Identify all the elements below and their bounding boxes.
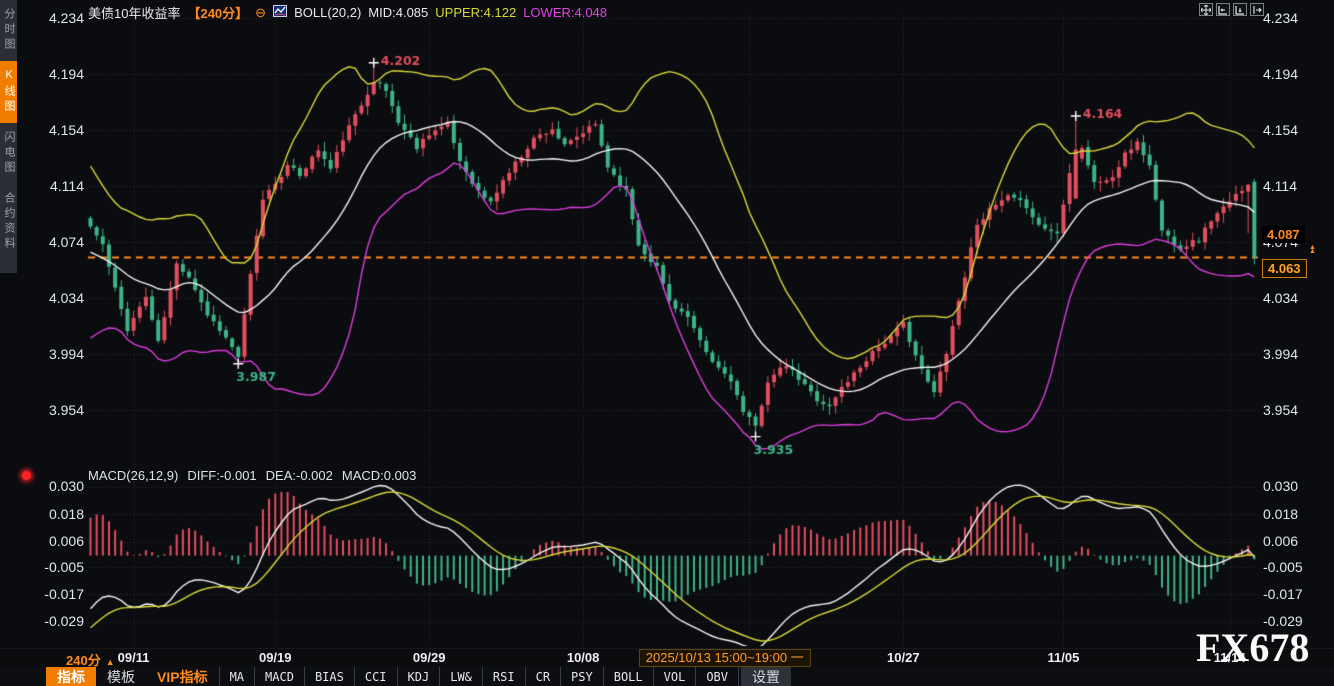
tab-CR[interactable]: CR — [525, 667, 560, 686]
interval-tag: 【240分】 — [187, 3, 248, 22]
macd-macd-value: MACD:0.003 — [342, 468, 416, 483]
boll-indicator-label: BOLL(20,2) — [294, 5, 361, 20]
date-tick-label: 10/27 — [887, 650, 920, 665]
collapse-panel-icon[interactable] — [1250, 3, 1264, 16]
date-tick-label: 10/08 — [567, 650, 600, 665]
main-chart-canvas[interactable] — [0, 0, 1334, 686]
indicator-tabbar: 指标模板VIP指标MAMACDBIASCCIKDJLW&RSICRPSYBOLL… — [0, 667, 1334, 686]
tab-MACD[interactable]: MACD — [254, 667, 304, 686]
pan-icon[interactable] — [1199, 3, 1213, 16]
sidebar-item-timeline[interactable]: 分时图 — [0, 0, 17, 61]
macd-tick-label: -0.005 — [14, 559, 84, 576]
price-tick-label: 4.074 — [14, 234, 84, 251]
sidebar-item-contract-info[interactable]: 合约资料 — [0, 184, 17, 260]
tab-模板[interactable]: 模板 — [96, 667, 146, 686]
price-tick-label: 4.154 — [14, 122, 84, 139]
price-tick-label: 3.994 — [1263, 346, 1333, 363]
price-tick-label: 4.194 — [14, 66, 84, 83]
chevron-up-icon: ▲ — [106, 657, 115, 667]
macd-tick-label: 0.006 — [1263, 533, 1333, 550]
tab-VIP指标[interactable]: VIP指标 — [146, 667, 219, 686]
macd-tick-label: 0.030 — [1263, 478, 1333, 495]
price-tick-label: 4.234 — [1263, 10, 1333, 27]
tab-PSY[interactable]: PSY — [560, 667, 603, 686]
watermark: FX678 — [1196, 624, 1309, 671]
macd-tick-label: -0.005 — [1263, 559, 1333, 576]
tab-设置[interactable]: 设置 — [741, 667, 791, 686]
selected-bar-time-badge: 2025/10/13 15:00~19:00 一 — [639, 649, 811, 667]
chart-toolbar — [1199, 3, 1264, 16]
price-tick-label: 3.994 — [14, 346, 84, 363]
date-tick-label: 09/29 — [413, 650, 446, 665]
tab-VOL[interactable]: VOL — [653, 667, 696, 686]
y-axis-scale-icon[interactable] — [1233, 3, 1247, 16]
boll-lower-value: LOWER:4.048 — [523, 5, 607, 20]
tab-OBV[interactable]: OBV — [695, 667, 739, 686]
macd-diff-value: DIFF:-0.001 — [187, 468, 256, 483]
chart-header: 美债10年收益率 【240分】 ⊖ BOLL(20,2) MID:4.085 U… — [88, 3, 607, 22]
sidebar-item-kline[interactable]: K线图 — [0, 61, 17, 123]
date-tick-label: 11/05 — [1048, 650, 1080, 665]
price-tick-label: 4.154 — [1263, 122, 1333, 139]
tab-BOLL[interactable]: BOLL — [603, 667, 653, 686]
macd-tick-label: 0.006 — [14, 533, 84, 550]
collapse-indicator-icon[interactable]: ⊖ — [255, 5, 266, 21]
macd-tick-label: 0.018 — [14, 506, 84, 523]
date-axis-row: 240分▲ 2025/10/13 15:00~19:00 一 09/1109/1… — [0, 648, 1334, 667]
sidebar-item-flash[interactable]: 闪电图 — [0, 123, 17, 184]
date-tick-label: 09/11 — [118, 650, 150, 665]
price-tick-label: 3.954 — [14, 402, 84, 419]
macd-indicator-label: MACD(26,12,9) — [88, 468, 178, 483]
macd-settings-icon[interactable] — [22, 471, 31, 480]
macd-tick-label: -0.017 — [14, 586, 84, 603]
price-tick-label: 4.234 — [14, 10, 84, 27]
price-tick-label: 4.034 — [1263, 290, 1333, 307]
x-axis-scale-icon[interactable] — [1216, 3, 1230, 16]
price-tick-label: 4.114 — [14, 178, 84, 195]
date-tick-label: 09/19 — [259, 650, 292, 665]
tab-CCI[interactable]: CCI — [354, 667, 397, 686]
price-tick-label: 4.114 — [1263, 178, 1333, 195]
boll-mid-value: MID:4.085 — [368, 5, 428, 20]
price-tick-label: 4.194 — [1263, 66, 1333, 83]
tab-指标[interactable]: 指标 — [46, 667, 96, 686]
view-sidebar: 分时图 K线图 闪电图 合约资料 — [0, 0, 17, 273]
price-tick-label: 3.954 — [1263, 402, 1333, 419]
symbol-title: 美债10年收益率 — [88, 3, 180, 22]
tab-LW&[interactable]: LW& — [439, 667, 482, 686]
tab-RSI[interactable]: RSI — [482, 667, 525, 686]
tab-MA[interactable]: MA — [219, 667, 254, 686]
tab-KDJ[interactable]: KDJ — [397, 667, 440, 686]
macd-tick-label: 0.030 — [14, 478, 84, 495]
boll-upper-value: UPPER:4.122 — [435, 5, 516, 20]
macd-header: MACD(26,12,9) DIFF:-0.001 DEA:-0.002 MAC… — [88, 468, 416, 483]
macd-tick-label: -0.017 — [1263, 586, 1333, 603]
price-pin-icon[interactable]: ▲▲ — [1309, 246, 1316, 254]
macd-dea-value: DEA:-0.002 — [266, 468, 333, 483]
reference-price-marker: 4.087 — [1262, 226, 1305, 243]
price-tick-label: 4.034 — [14, 290, 84, 307]
macd-tick-label: 0.018 — [1263, 506, 1333, 523]
macd-tick-label: -0.029 — [14, 613, 84, 630]
kline-chart-app: 分时图 K线图 闪电图 合约资料 美债10年收益率 【240分】 ⊖ BOLL(… — [0, 0, 1334, 686]
indicator-chart-icon[interactable] — [273, 5, 287, 20]
last-price-marker: 4.063 — [1262, 259, 1307, 278]
tab-BIAS[interactable]: BIAS — [304, 667, 354, 686]
